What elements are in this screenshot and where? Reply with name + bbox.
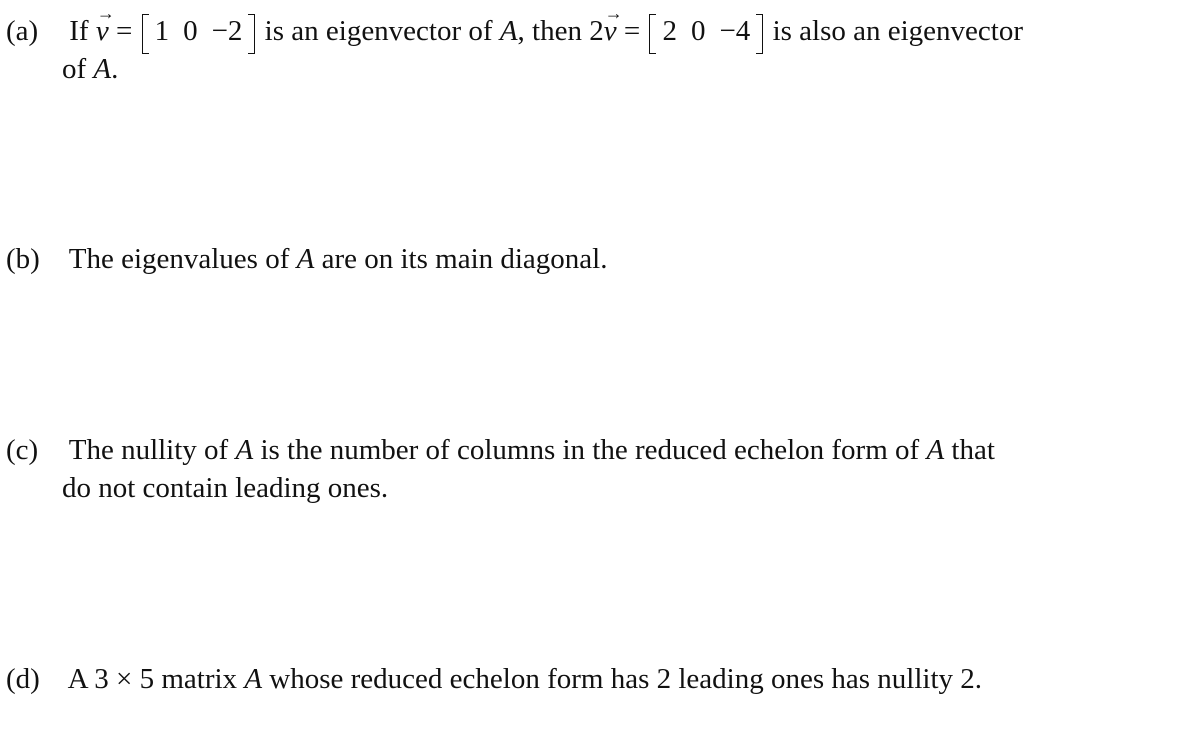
- text: , then 2: [517, 15, 604, 47]
- text: A 3 × 5 matrix: [67, 663, 238, 695]
- item-label: (d): [6, 663, 40, 695]
- item-label: (c): [6, 434, 39, 466]
- text: of: [62, 53, 87, 85]
- text: is the number of columns in the reduced …: [260, 434, 920, 466]
- item-label: (a): [6, 15, 39, 47]
- matrix-variable: A: [93, 53, 112, 85]
- vector-v-symbol: v: [604, 0, 623, 50]
- vector-entry: 2: [662, 15, 677, 47]
- text: are on its main diagonal.: [321, 243, 608, 275]
- text: .: [111, 53, 119, 85]
- text: The eigenvalues of: [68, 243, 290, 275]
- vector-v-symbol: v: [96, 0, 115, 50]
- vector-entry: −2: [211, 15, 243, 47]
- matrix-variable: A: [244, 663, 263, 695]
- row-vector-2: 2 0 −4: [649, 12, 764, 54]
- text: is also an eigenvector: [772, 15, 1023, 47]
- vector-entry: 1: [154, 15, 170, 47]
- matrix-variable: A: [235, 434, 254, 466]
- row-vector-1: 1 0 −2: [141, 12, 256, 54]
- item-label: (b): [6, 243, 40, 275]
- text: do not contain leading ones.: [62, 472, 389, 504]
- matrix-variable: A: [499, 15, 518, 47]
- statement-a: (a) If v = 10−2 is an eigenvector of A, …: [6, 0, 1180, 88]
- equals-sign: =: [115, 15, 133, 47]
- text: If: [69, 15, 89, 47]
- text: that: [951, 434, 995, 466]
- matrix-variable: A: [926, 434, 945, 466]
- text: is an eigenvector of: [264, 15, 493, 47]
- vector-entry: −4: [719, 15, 751, 47]
- text: The nullity of: [68, 434, 229, 466]
- vector-entry: 0: [690, 15, 706, 47]
- matrix-variable: A: [296, 243, 315, 275]
- text: whose reduced echelon form has 2 leading…: [269, 663, 983, 695]
- statement-d: (d) A 3 × 5 matrix A whose reduced echel…: [6, 660, 1180, 698]
- statement-b: (b) The eigenvalues of A are on its main…: [6, 240, 1180, 278]
- statement-c: (c) The nullity of A is the number of co…: [6, 431, 1180, 507]
- vector-entry: 0: [183, 15, 198, 47]
- equals-sign: =: [623, 15, 641, 47]
